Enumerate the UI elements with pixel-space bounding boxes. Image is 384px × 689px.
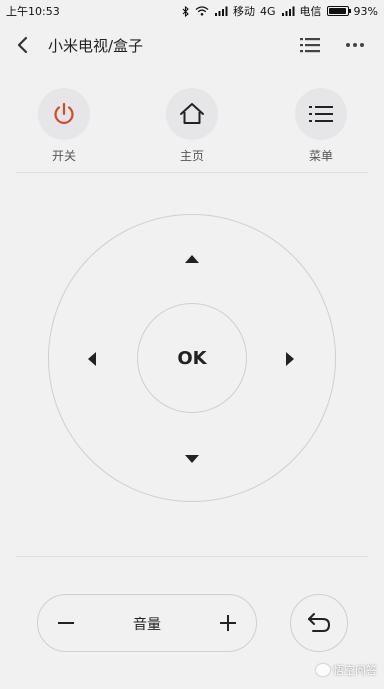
signal-icon xyxy=(281,6,295,16)
signal-icon xyxy=(215,6,228,16)
home-button-circle[interactable] xyxy=(166,88,218,140)
page-title: 小米电视/盒子 xyxy=(48,37,144,55)
power-button[interactable]: 开关 xyxy=(34,88,94,164)
network-type: 4G xyxy=(260,4,276,18)
carrier-1: 移动 xyxy=(233,5,256,18)
ok-label: OK xyxy=(177,347,207,369)
menu-button-circle[interactable] xyxy=(295,88,347,140)
battery-icon xyxy=(326,6,351,16)
plus-icon[interactable] xyxy=(218,613,238,633)
watermark-text: 悟空问答 xyxy=(333,664,377,677)
back-button[interactable] xyxy=(290,594,348,652)
wifi-icon xyxy=(195,6,209,16)
list-icon[interactable] xyxy=(298,34,322,56)
arrow-left-icon xyxy=(88,352,96,366)
return-icon xyxy=(308,613,331,632)
power-label: 开关 xyxy=(51,149,76,163)
battery-percent: 93% xyxy=(353,4,378,18)
ok-button[interactable]: OK xyxy=(137,303,247,413)
menu-label: 菜单 xyxy=(308,149,333,163)
home-button[interactable]: 主页 xyxy=(162,88,222,164)
divider-top xyxy=(16,172,368,173)
dpad-up[interactable] xyxy=(181,248,203,270)
dpad-right[interactable] xyxy=(279,348,301,370)
header: 小米电视/盒子 xyxy=(0,22,384,68)
dpad-down[interactable] xyxy=(181,448,203,470)
status-bar: 上午10:53 移动 4G 电信 93% xyxy=(0,0,384,22)
home-label: 主页 xyxy=(179,149,204,163)
power-icon xyxy=(54,102,74,124)
bluetooth-icon xyxy=(182,5,189,17)
arrow-right-icon xyxy=(286,352,294,366)
status-time: 上午10:53 xyxy=(6,5,60,18)
watermark: 悟空问答 xyxy=(316,662,377,678)
menu-button[interactable]: 菜单 xyxy=(291,88,351,164)
dpad-left[interactable] xyxy=(81,348,103,370)
divider-bottom xyxy=(16,556,368,557)
arrow-down-icon xyxy=(185,455,199,463)
chevron-left-icon[interactable] xyxy=(12,34,34,56)
chat-bubble-icon xyxy=(316,664,330,676)
menu-icon xyxy=(309,106,333,122)
arrow-up-icon xyxy=(185,255,199,263)
home-icon xyxy=(180,103,204,124)
carrier-2: 电信 xyxy=(299,5,322,18)
more-horizontal-icon[interactable] xyxy=(343,34,367,56)
power-button-circle[interactable] xyxy=(38,88,90,140)
volume-control: 音量 xyxy=(37,594,257,652)
